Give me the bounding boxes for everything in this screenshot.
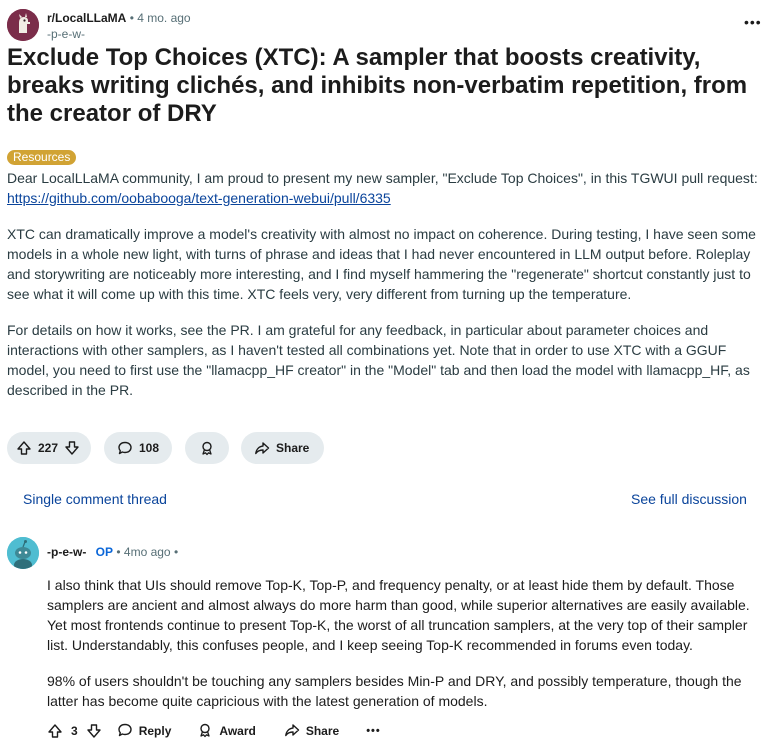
comment-share-icon — [284, 722, 300, 741]
vote-count: 227 — [38, 441, 59, 455]
comment-paragraph-2: 98% of users shouldn't be touching any s… — [47, 673, 742, 709]
see-full-discussion-link[interactable]: See full discussion — [631, 491, 747, 507]
share-label: Share — [276, 441, 310, 455]
post-title: Exclude Top Choices (XTC): A sampler tha… — [7, 44, 748, 127]
comment-meta-separator: • — [116, 545, 121, 559]
vote-bar: 227 — [7, 432, 91, 464]
post-author[interactable]: -p-e-w- — [47, 27, 85, 41]
comment-meta: -p-e-w- OP • 4mo ago • — [47, 545, 178, 559]
share-button[interactable]: Share — [241, 432, 324, 464]
subreddit-avatar-icon[interactable] — [7, 9, 39, 41]
comment-upvote-icon[interactable] — [47, 723, 63, 739]
meta-separator: • — [129, 11, 134, 25]
comment-share-button[interactable]: Share — [284, 722, 339, 741]
downvote-icon[interactable] — [64, 440, 80, 456]
comment-actions: 3 Reply Award Share ••• — [47, 720, 381, 742]
reply-label: Reply — [138, 724, 172, 738]
comment-time: 4mo ago — [123, 545, 171, 559]
comments-button[interactable]: 108 — [104, 432, 172, 464]
comment-share-label: Share — [305, 724, 340, 738]
award-button[interactable] — [185, 432, 229, 464]
reply-icon — [117, 722, 133, 741]
comment-vote-count: 3 — [71, 724, 78, 738]
single-comment-thread-link[interactable]: Single comment thread — [23, 491, 167, 507]
comment-award-icon — [197, 722, 213, 741]
comment-author[interactable]: -p-e-w- — [47, 545, 86, 559]
comment-meta-trailing-dot: • — [173, 545, 179, 559]
op-badge: OP — [95, 545, 114, 559]
comment-more-icon[interactable]: ••• — [366, 725, 381, 737]
share-icon — [254, 440, 270, 456]
reply-button[interactable]: Reply — [117, 722, 172, 741]
more-options-icon[interactable]: ••• — [744, 14, 762, 30]
comment-downvote-icon[interactable] — [86, 723, 102, 739]
subreddit-name[interactable]: r/LocalLLaMA — [47, 11, 126, 25]
upvote-icon[interactable] — [16, 440, 32, 456]
comment-icon — [117, 440, 133, 456]
comment-count: 108 — [139, 441, 160, 455]
comment-award-button[interactable]: Award — [197, 722, 256, 741]
post-paragraph-2: XTC can dramatically improve a model's c… — [7, 226, 756, 302]
post-flair[interactable]: Resources — [7, 150, 77, 165]
comment-paragraph-1: I also think that UIs should remove Top-… — [47, 577, 750, 653]
award-icon — [199, 440, 215, 456]
post-paragraph-3: For details on how it works, see the PR.… — [7, 322, 750, 398]
comment-award-label: Award — [219, 724, 256, 738]
post-meta: r/LocalLLaMA • 4 mo. ago — [47, 11, 191, 25]
post-paragraph-1: Dear LocalLLaMA community, I am proud to… — [7, 168, 767, 208]
post-paragraph-1-text: Dear LocalLLaMA community, I am proud to… — [7, 170, 758, 186]
post-time: 4 mo. ago — [137, 11, 191, 25]
user-avatar-icon[interactable] — [7, 537, 39, 569]
pull-request-link[interactable]: https://github.com/oobabooga/text-genera… — [7, 190, 391, 206]
